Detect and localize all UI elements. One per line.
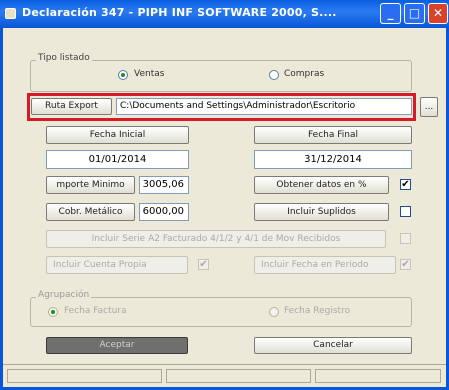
incluir-cuenta-label: Incluir Cuenta Propia bbox=[46, 256, 188, 274]
ruta-export-label: Ruta Export bbox=[31, 98, 112, 115]
fecha-final-label: Fecha Final bbox=[254, 126, 412, 144]
aceptar-button[interactable]: Aceptar bbox=[46, 337, 188, 354]
app-icon bbox=[5, 8, 16, 19]
ruta-export-field[interactable]: C:\Documents and Settings\Administrador\… bbox=[116, 98, 412, 115]
cobr-metalico-label: Cobr. Metálico bbox=[46, 203, 135, 221]
window-title: Declaración 347 - PIPH INF SOFTWARE 2000… bbox=[22, 6, 337, 19]
close-icon[interactable]: ✕ bbox=[428, 3, 448, 24]
radio-fecha-factura-label: Fecha Factura bbox=[64, 306, 127, 316]
incluir-fecha-label: Incluir Fecha en Periodo bbox=[254, 256, 396, 274]
status-segment-3 bbox=[315, 369, 441, 383]
status-bar bbox=[3, 364, 446, 387]
incluir-fecha-checkbox[interactable]: ✔ bbox=[400, 259, 411, 270]
radio-fecha-factura[interactable] bbox=[48, 307, 58, 317]
status-segment-2 bbox=[166, 369, 311, 383]
agrupacion-legend: Agrupación bbox=[36, 290, 92, 300]
radio-fecha-registro[interactable] bbox=[269, 307, 279, 317]
minimize-icon[interactable]: _ bbox=[380, 3, 401, 24]
importe-minimo-field[interactable]: 3005,06 bbox=[139, 176, 189, 194]
title-bar[interactable]: Declaración 347 - PIPH INF SOFTWARE 2000… bbox=[0, 0, 449, 28]
obtener-datos-checkbox[interactable]: ✔ bbox=[400, 179, 411, 190]
incluir-suplidos-checkbox[interactable] bbox=[400, 206, 411, 217]
maximize-icon[interactable]: □ bbox=[404, 3, 425, 24]
radio-compras-label: Compras bbox=[284, 69, 325, 79]
fecha-inicial-label: Fecha Inicial bbox=[46, 126, 189, 144]
incluir-cuenta-checkbox[interactable]: ✔ bbox=[198, 259, 209, 270]
fecha-inicial-field[interactable]: 01/01/2014 bbox=[46, 150, 189, 169]
radio-fecha-registro-label: Fecha Registro bbox=[284, 306, 351, 316]
radio-ventas[interactable] bbox=[118, 70, 128, 80]
radio-compras[interactable] bbox=[269, 70, 279, 80]
tipo-listado-legend: Tipo listado bbox=[36, 53, 92, 63]
tipo-listado-group bbox=[30, 60, 412, 92]
status-segment-1 bbox=[7, 369, 162, 383]
obtener-datos-label: Obtener datos en % bbox=[254, 176, 389, 194]
incluir-suplidos-label: Incluir Suplidos bbox=[254, 203, 389, 221]
importe-minimo-label: mporte Minimo bbox=[46, 176, 135, 194]
incluir-serie-label: Incluir Serie A2 Facturado 4/1/2 y 4/1 d… bbox=[46, 230, 386, 248]
cobr-metalico-field[interactable]: 6000,00 bbox=[139, 203, 189, 221]
radio-ventas-label: Ventas bbox=[134, 69, 165, 79]
browse-button[interactable]: ... bbox=[420, 97, 438, 117]
cancelar-button[interactable]: Cancelar bbox=[254, 337, 412, 354]
fecha-final-field[interactable]: 31/12/2014 bbox=[254, 150, 412, 169]
incluir-serie-checkbox[interactable] bbox=[400, 233, 411, 244]
